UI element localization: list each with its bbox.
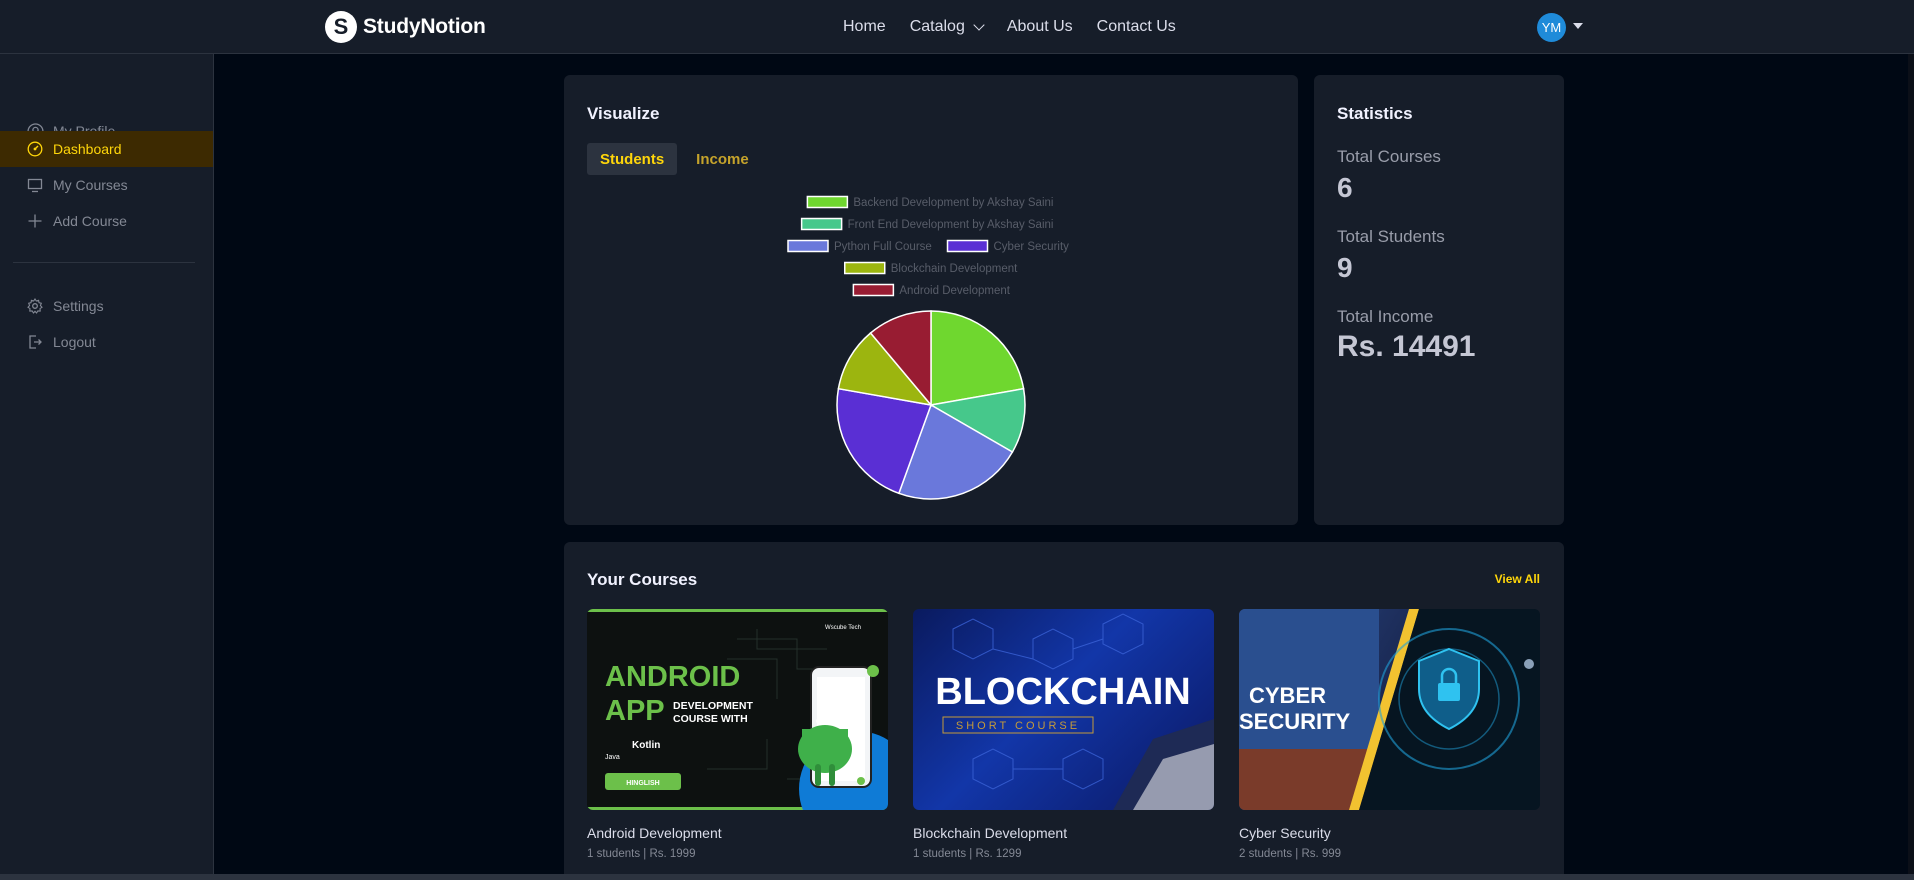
legend-item[interactable]: Front End Development by Akshay Saini (800, 217, 1054, 232)
scrollbar[interactable] (1908, 54, 1914, 880)
legend-label: Cyber Security (994, 241, 1070, 253)
sidebar-item-logout[interactable]: Logout (0, 324, 213, 360)
android-badge: HINGLISH (626, 780, 659, 787)
your-courses-card: Your Courses View All Wscube Tech ANDROI… (564, 542, 1564, 880)
total-students-value: 9 (1337, 252, 1353, 283)
statistics-card: Statistics Total Courses 6 Total Student… (1314, 75, 1564, 525)
blockchain-thumbnail-art: BLOCKCHAIN SHORT COURSE (935, 613, 1214, 810)
course-meta: 1 students | Rs. 1999 (587, 848, 696, 860)
course-card-android[interactable]: Wscube Tech ANDROID APP DEVELOPMENT COUR… (587, 609, 888, 860)
course-title[interactable]: Cyber Security (1239, 825, 1540, 841)
sidebar-item-label: Settings (53, 298, 104, 314)
nav-contact-link[interactable]: Contact Us (1097, 18, 1176, 36)
legend-swatch (806, 195, 849, 209)
course-card-cyber-security[interactable]: CYBER SECURITY Cyber Security 2 students… (1239, 609, 1540, 860)
sidebar-item-settings[interactable]: Settings (0, 288, 213, 324)
visualize-card: Visualize Students Income Backend Develo… (564, 75, 1298, 525)
android-line1: ANDROID (605, 661, 740, 693)
legend-label: Android Development (899, 285, 1010, 297)
legend-label: Backend Development by Akshay Saini (853, 197, 1053, 209)
logo-icon: S (325, 11, 357, 43)
sidebar-item-label: Add Course (53, 213, 127, 229)
course-card-blockchain[interactable]: BLOCKCHAIN SHORT COURSE Blockchain Devel… (913, 609, 1214, 860)
legend-label: Python Full Course (834, 241, 932, 253)
logo[interactable]: S StudyNotion (325, 11, 486, 43)
total-students-label: Total Students (1337, 227, 1445, 246)
cyber-thumbnail-art: CYBER SECURITY (1239, 609, 1540, 810)
statistics-title: Statistics (1337, 104, 1413, 123)
nav-catalog-label: Catalog (909, 18, 965, 35)
nav-catalog-link[interactable]: Catalog (909, 18, 985, 36)
sidebar-item-add-course[interactable]: Add Course (0, 203, 213, 239)
android-line2: APP (605, 695, 665, 727)
legend-swatch (844, 261, 886, 275)
course-thumbnail-blockchain[interactable]: BLOCKCHAIN SHORT COURSE (913, 609, 1214, 810)
course-title[interactable]: Blockchain Development (913, 825, 1214, 841)
total-income-label: Total Income (1337, 307, 1434, 326)
legend-swatch (800, 217, 843, 231)
logout-icon (26, 333, 44, 351)
sidebar-item-label: Dashboard (53, 141, 122, 157)
legend-item[interactable]: Blockchain Development (844, 261, 1018, 276)
legend-item[interactable]: Cyber Security (946, 239, 1070, 254)
legend-item[interactable]: Python Full Course (787, 239, 932, 254)
plus-icon (26, 212, 44, 230)
course-meta: 1 students | Rs. 1299 (913, 848, 1022, 860)
avatar[interactable]: YM (1537, 13, 1566, 42)
chevron-down-icon (973, 18, 985, 31)
nav-about-link[interactable]: About Us (1007, 18, 1073, 36)
caret-down-icon[interactable] (1573, 23, 1583, 29)
course-thumbnail-android[interactable]: Wscube Tech ANDROID APP DEVELOPMENT COUR… (587, 609, 888, 810)
sidebar-item-dashboard[interactable]: Dashboard (0, 131, 213, 167)
your-courses-title: Your Courses (587, 570, 698, 589)
sidebar-divider (13, 262, 195, 263)
legend-swatch (787, 239, 829, 253)
cyber-line2: SECURITY (1239, 709, 1351, 734)
bottom-bar (0, 874, 1914, 880)
sidebar-item-label: Logout (53, 334, 96, 350)
course-meta: 2 students | Rs. 999 (1239, 848, 1342, 860)
blockchain-title: BLOCKCHAIN (935, 671, 1190, 713)
legend-item[interactable]: Backend Development by Akshay Saini (806, 195, 1053, 210)
gear-icon (26, 297, 44, 315)
top-navbar: S StudyNotion Home Catalog About Us Cont… (0, 0, 1914, 54)
legend-swatch (852, 283, 895, 297)
android-java: Java (605, 754, 620, 761)
legend-label: Front End Development by Akshay Saini (848, 219, 1054, 231)
pie-chart: Backend Development by Akshay Saini Front… (787, 195, 1070, 500)
course-thumbnail-cyber[interactable]: CYBER SECURITY (1239, 609, 1540, 810)
cyber-line1: CYBER (1249, 683, 1326, 708)
monitor-icon (26, 176, 44, 194)
android-line3: DEVELOPMENT (673, 700, 754, 712)
sidebar: My Profile Dashboard My Courses Add Cour… (0, 54, 214, 880)
legend-swatch (946, 239, 989, 253)
total-courses-value: 6 (1337, 172, 1353, 203)
dashboard-icon (26, 140, 44, 158)
total-income-value: Rs. 14491 (1337, 330, 1476, 363)
android-line4: COURSE WITH (673, 713, 748, 725)
blockchain-subtitle: SHORT COURSE (956, 720, 1080, 732)
sidebar-item-my-courses[interactable]: My Courses (0, 167, 213, 203)
legend-label: Blockchain Development (891, 263, 1018, 275)
android-thumbnail-art: Wscube Tech ANDROID APP DEVELOPMENT COUR… (587, 609, 888, 810)
legend-item[interactable]: Android Development (852, 283, 1011, 298)
nav-home-link[interactable]: Home (843, 18, 886, 36)
sidebar-item-label: My Courses (53, 177, 128, 193)
view-all-link[interactable]: View All (1495, 572, 1540, 586)
android-kotlin: Kotlin (632, 740, 660, 751)
android-brand-text: Wscube Tech (825, 625, 861, 631)
logo-text: StudyNotion (363, 15, 486, 38)
total-courses-label: Total Courses (1337, 147, 1441, 166)
course-title[interactable]: Android Development (587, 825, 888, 841)
nav-links: Home Catalog About Us Contact Us (843, 0, 1176, 54)
